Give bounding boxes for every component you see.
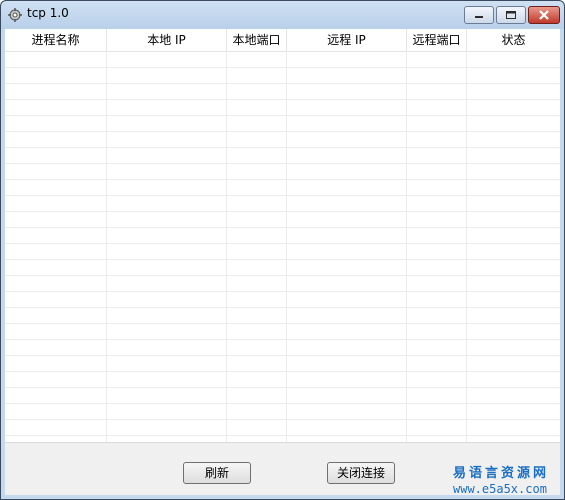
watermark-logo-text: 易语言资源网 (453, 466, 550, 481)
empty-row-line (5, 147, 560, 148)
empty-row-line (5, 179, 560, 180)
empty-row-line (5, 403, 560, 404)
empty-row-line (5, 83, 560, 84)
connection-list[interactable]: 进程名称 本地 IP 本地端口 远程 IP 远程端口 状态 (5, 29, 560, 443)
empty-row-line (5, 307, 560, 308)
empty-row-line (5, 131, 560, 132)
empty-row-line (5, 419, 560, 420)
list-body (5, 51, 560, 442)
minimize-icon (475, 16, 483, 18)
column-header-status[interactable]: 状态 (467, 29, 560, 51)
column-divider (226, 51, 227, 442)
empty-row-line (5, 323, 560, 324)
column-header-local-ip[interactable]: 本地 IP (107, 29, 227, 51)
maximize-icon (506, 11, 516, 19)
column-divider (466, 51, 467, 442)
empty-row-line (5, 387, 560, 388)
empty-row-line (5, 339, 560, 340)
empty-row-line (5, 355, 560, 356)
empty-row-line (5, 275, 560, 276)
close-button[interactable] (528, 6, 560, 24)
column-divider (286, 51, 287, 442)
column-header-local-port[interactable]: 本地端口 (227, 29, 287, 51)
empty-row-line (5, 291, 560, 292)
minimize-button[interactable] (464, 6, 494, 24)
close-connection-button[interactable]: 关闭连接 (327, 462, 395, 484)
empty-row-line (5, 195, 560, 196)
column-header-remote-port[interactable]: 远程端口 (407, 29, 467, 51)
close-icon (539, 10, 549, 20)
empty-row-line (5, 211, 560, 212)
app-icon (7, 7, 23, 23)
empty-row-line (5, 227, 560, 228)
column-header-remote-ip[interactable]: 远程 IP (287, 29, 407, 51)
empty-row-line (5, 99, 560, 100)
window-title: tcp 1.0 (27, 6, 69, 20)
empty-row-line (5, 115, 560, 116)
column-divider (406, 51, 407, 442)
empty-row-line (5, 243, 560, 244)
maximize-button[interactable] (496, 6, 526, 24)
title-bar[interactable]: tcp 1.0 (1, 1, 564, 29)
refresh-button[interactable]: 刷新 (183, 462, 251, 484)
empty-row-line (5, 259, 560, 260)
watermark-url: www.e5a5x.com (453, 482, 547, 496)
list-header: 进程名称 本地 IP 本地端口 远程 IP 远程端口 状态 (5, 29, 560, 52)
empty-row-line (5, 163, 560, 164)
column-header-process-name[interactable]: 进程名称 (5, 29, 107, 51)
empty-row-line (5, 371, 560, 372)
empty-row-line (5, 67, 560, 68)
empty-row-line (5, 435, 560, 436)
client-area: 进程名称 本地 IP 本地端口 远程 IP 远程端口 状态 刷新 关闭连接 (5, 29, 560, 495)
app-window: tcp 1.0 进程名称 本地 IP 本地端口 远程 IP 远程端口 状态 刷新… (0, 0, 565, 500)
column-divider (106, 51, 107, 442)
